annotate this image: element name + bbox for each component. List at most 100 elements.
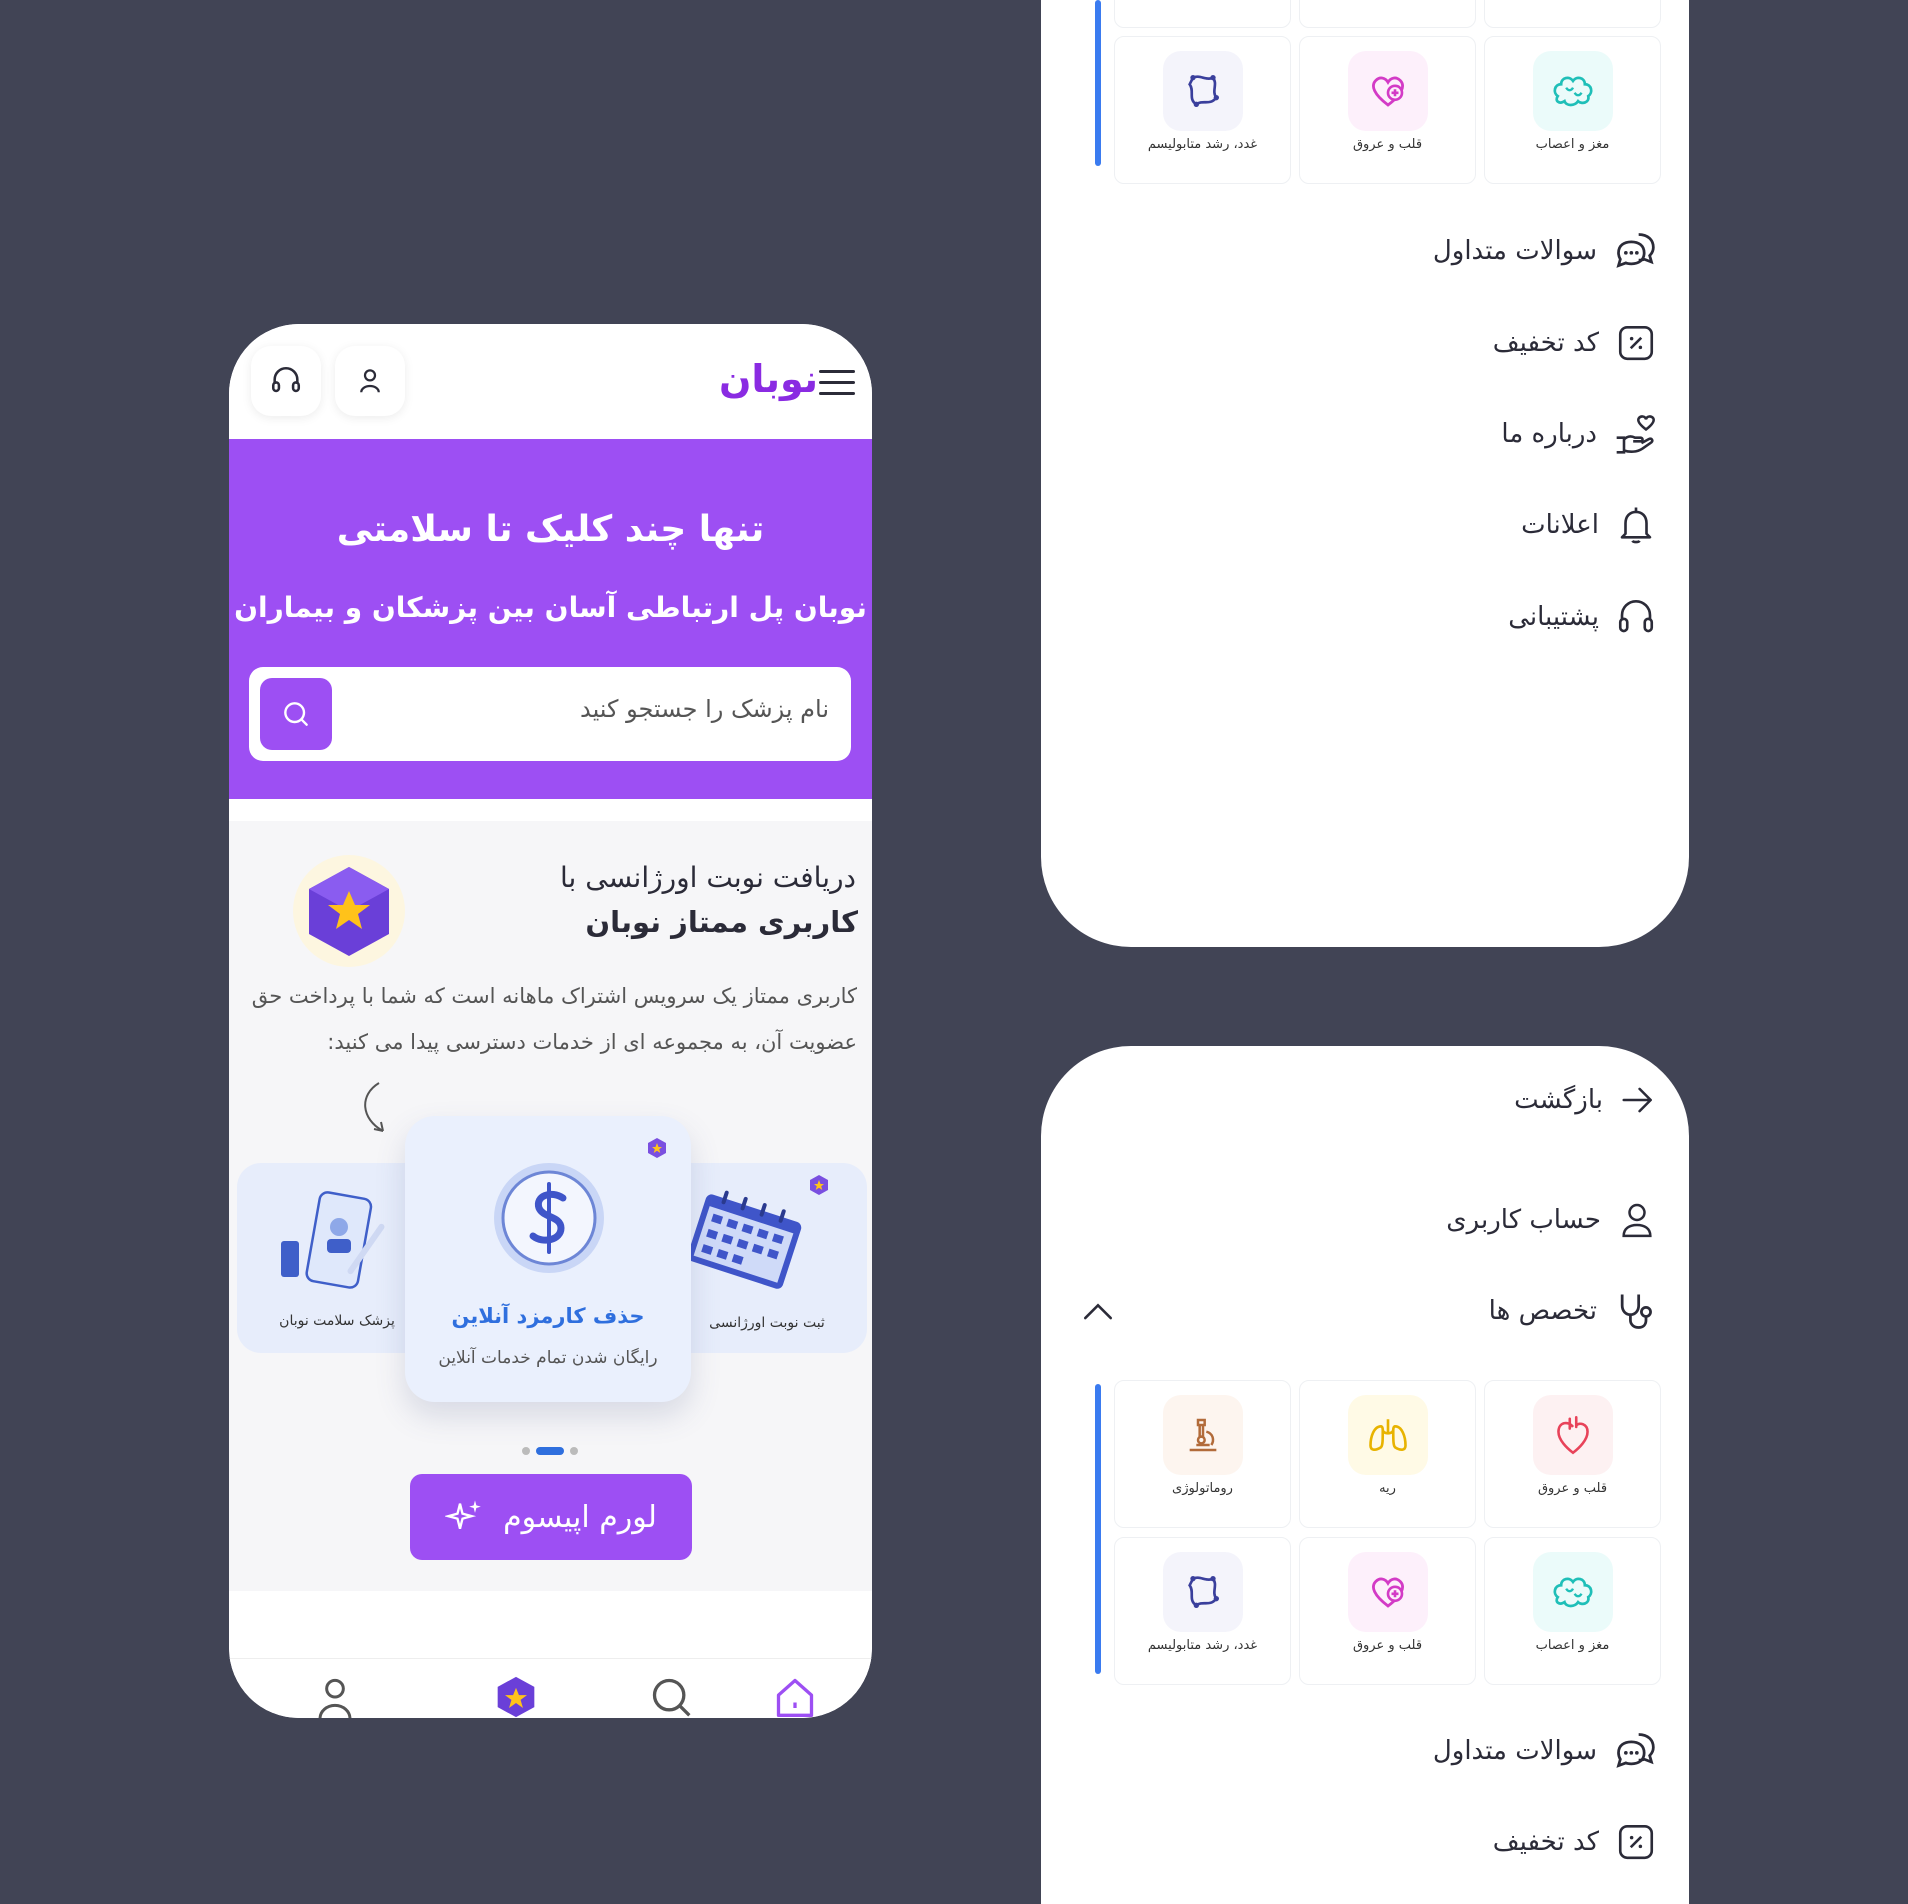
card-main-subtitle: رایگان شدن تمام خدمات آنلاین (438, 1348, 658, 1368)
menu-item-account[interactable]: حساب کاربری (1446, 1195, 1657, 1245)
hand-heart-icon (1616, 415, 1655, 454)
specialty-tile-heart[interactable]: قلب و عروق (1484, 1380, 1661, 1528)
premium-star-badge-icon (648, 1138, 666, 1158)
user-icon (1622, 1203, 1652, 1238)
heart-plus-icon (1348, 1552, 1428, 1632)
promo-heading-line1: دریافت نوبت اورژانسی با (560, 861, 856, 894)
hero-banner: تنها چند کلیک تا سلامتی نوبان پل ارتباطی… (229, 439, 872, 799)
premium-badge-icon (293, 855, 405, 967)
tile-label: قلب و عروق (1537, 1481, 1608, 1496)
specialty-tile-cardio[interactable]: قلب و عروق (1299, 1537, 1476, 1685)
search-input[interactable]: نام پزشک را جستجو کنید (580, 695, 829, 723)
specialty-tile-neuro[interactable]: مغز و اعصاب (1484, 1537, 1661, 1685)
doctor-phone-icon (281, 1191, 385, 1289)
premium-star-badge-icon (810, 1175, 828, 1195)
curved-arrow-icon (364, 1082, 384, 1132)
nav-search-icon[interactable] (649, 1675, 693, 1718)
back-label: بازگشت (1514, 1085, 1603, 1115)
menu-item-label: درباره ما (1501, 419, 1597, 449)
specialty-tile-rheumatology[interactable]: روماتولوژی (1114, 1380, 1291, 1528)
menu-item-label: پشتیبانی (1508, 602, 1599, 632)
tile-label: ریه (1379, 1481, 1396, 1496)
side-menu-panel-top: غدد، رشد متابولیسم قلب و عروق مغز و اعصا… (1041, 0, 1689, 947)
premium-promo-section: دریافت نوبت اورژانسی با کاربری ممتاز نوب… (229, 821, 872, 1591)
carousel-indicator[interactable] (522, 1446, 582, 1455)
promo-heading-line2: کاربری ممتاز نوبان (585, 905, 858, 939)
lungs-icon (1348, 1395, 1428, 1475)
menu-item-specialties[interactable]: تخصص ها (1489, 1286, 1657, 1336)
phone-home-screen: نوبان تنها چند کلیک تا سلامتی نوبان پل ا… (229, 324, 872, 1718)
grid-scroll-indicator[interactable] (1095, 1384, 1101, 1674)
menu-item-support[interactable]: پشتیبانی (1508, 592, 1657, 642)
menu-item-label: کد تخفیف (1492, 1827, 1599, 1857)
chat-bubbles-icon (1616, 233, 1655, 268)
chat-bubbles-icon (1616, 1733, 1655, 1768)
tile-label: روماتولوژی (1172, 1481, 1233, 1496)
cta-label: لورم اپیسوم (503, 1499, 657, 1535)
card-main-title: حذف کارمزد آنلاین (451, 1304, 645, 1328)
support-button[interactable] (251, 346, 321, 416)
grid-scroll-indicator[interactable] (1095, 0, 1101, 166)
promo-description: کاربری ممتاز یک سرویس اشتراک ماهانه است … (251, 984, 857, 1054)
nav-profile-icon[interactable] (315, 1675, 355, 1718)
menu-item-faq[interactable]: سوالات متداول (1433, 1726, 1657, 1776)
top-bar: نوبان (229, 324, 872, 439)
discount-icon (1618, 1824, 1654, 1860)
menu-item-label: سوالات متداول (1432, 1736, 1597, 1766)
dollar-coin-icon (494, 1163, 604, 1273)
search-icon (284, 702, 308, 726)
heart-plus-icon (1348, 51, 1428, 131)
microscope-icon (1163, 1395, 1243, 1475)
specialty-tile-pulmonary[interactable]: ریه (1299, 1380, 1476, 1528)
app-logo[interactable]: نوبان (719, 357, 818, 401)
bottom-navigation (229, 1658, 872, 1718)
back-button[interactable]: بازگشت (1514, 1075, 1657, 1125)
side-menu-panel-bottom: بازگشت حساب کاربری تخصص ها روماتولوژی ری… (1041, 1046, 1689, 1904)
menu-item-discount[interactable]: کد تخفیف (1493, 1817, 1657, 1867)
chevron-up-icon[interactable] (1081, 1298, 1115, 1324)
menu-button[interactable] (819, 370, 855, 396)
specialty-tile-endocrine[interactable]: غدد، رشد متابولیسم (1114, 1537, 1291, 1685)
doctor-search-box[interactable]: نام پزشک را جستجو کنید (249, 667, 851, 761)
gland-icon (1163, 1552, 1243, 1632)
menu-item-notifications[interactable]: اعلانات (1521, 500, 1657, 550)
benefit-card-no-fee[interactable]: حذف کارمزد آنلاین رایگان شدن تمام خدمات … (405, 1116, 691, 1402)
hamburger-icon (819, 370, 855, 373)
heart-icon (1533, 1395, 1613, 1475)
menu-item-faq[interactable]: سوالات متداول (1433, 226, 1657, 276)
profile-button[interactable] (335, 346, 405, 416)
menu-item-label: اعلانات (1521, 510, 1599, 540)
hero-title: تنها چند کلیک تا سلامتی (336, 509, 765, 550)
user-icon (360, 369, 380, 393)
menu-item-label: حساب کاربری (1446, 1205, 1601, 1235)
tile-label: غدد، رشد متابولیسم (1147, 137, 1258, 152)
tile-label: قلب و عروق (1352, 1638, 1423, 1653)
tile-label: مغز و اعصاب (1535, 1638, 1610, 1653)
benefit-card-emergency[interactable]: ثبت نوبت اورژانسی (667, 1163, 867, 1353)
calendar-icon (687, 1190, 802, 1289)
stethoscope-icon (1620, 1294, 1652, 1329)
brain-icon (1533, 1552, 1613, 1632)
bell-icon (1620, 507, 1652, 544)
tile-label: مغز و اعصاب (1535, 137, 1610, 152)
premium-cta-button[interactable]: لورم اپیسوم (410, 1474, 692, 1560)
headset-icon (1618, 600, 1654, 633)
gland-icon (1163, 51, 1243, 131)
menu-item-label: تخصص ها (1488, 1296, 1597, 1326)
nav-premium-icon[interactable] (494, 1675, 538, 1718)
menu-item-about[interactable]: درباره ما (1501, 409, 1657, 459)
search-button[interactable] (260, 678, 332, 750)
specialty-tile-neuro[interactable]: مغز و اعصاب (1484, 36, 1661, 184)
menu-item-discount[interactable]: کد تخفیف (1493, 318, 1657, 368)
specialty-tile-endocrine[interactable]: غدد، رشد متابولیسم (1114, 36, 1291, 184)
nav-home-icon[interactable] (773, 1675, 817, 1718)
arrow-right-icon (1622, 1087, 1652, 1113)
discount-icon (1618, 325, 1654, 361)
tile-label: قلب و عروق (1352, 137, 1423, 152)
tile-label: غدد، رشد متابولیسم (1147, 1638, 1258, 1653)
hero-subtitle: نوبان پل ارتباطی آسان بین پزشکان و بیمار… (234, 591, 867, 624)
brain-icon (1533, 51, 1613, 131)
specialty-tile-cardio[interactable]: قلب و عروق (1299, 36, 1476, 184)
headset-icon (271, 367, 301, 393)
sparkle-icon (445, 1500, 481, 1529)
